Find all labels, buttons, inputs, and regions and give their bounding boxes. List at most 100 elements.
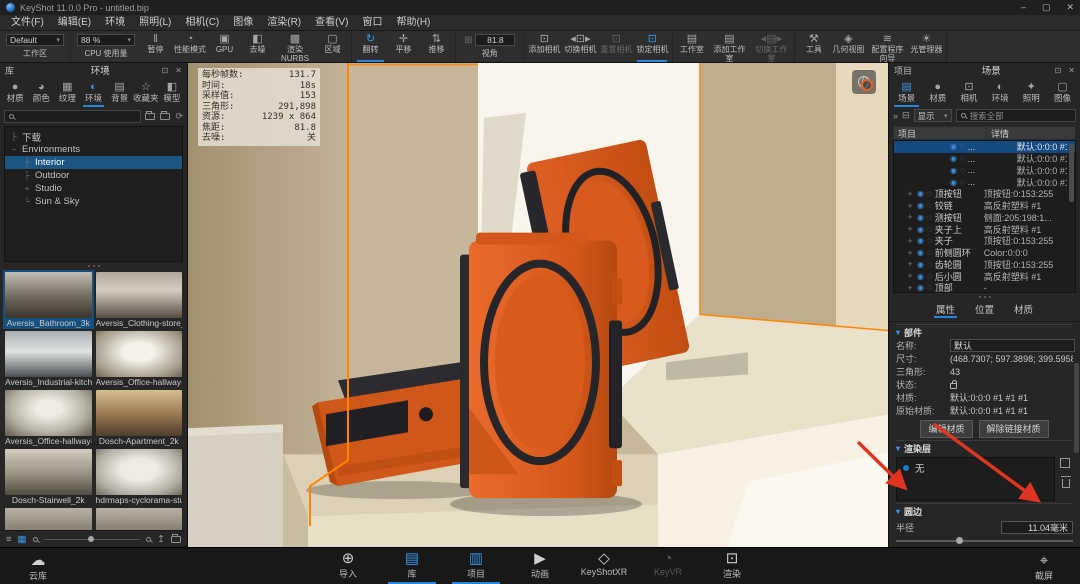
expand-icon[interactable]: +	[906, 189, 914, 199]
scene-tree-row[interactable]: +◉◌前侧圆环Color:0:0:0	[894, 247, 1075, 259]
close-panel-icon[interactable]: ✕	[175, 66, 182, 75]
library-tab-模型[interactable]: ◧模型	[159, 79, 185, 107]
bottom-item-导入[interactable]: ⊕导入	[320, 548, 376, 584]
zoom-out-icon[interactable]	[33, 537, 38, 542]
switch-camera-button[interactable]: ◂⊡▸切换相机	[562, 31, 598, 62]
tree-expander-icon[interactable]: ├	[23, 171, 31, 180]
cpu-usage-value[interactable]: 88 %▾	[77, 34, 135, 46]
workspace-value[interactable]: Default▾	[6, 34, 64, 46]
visibility-eye-icon[interactable]: ◉	[950, 154, 957, 163]
folder-tree-item[interactable]: ├Outdoor	[5, 169, 182, 182]
visibility-eye-icon[interactable]: ◉	[917, 260, 924, 269]
render-layer-item[interactable]: 无	[903, 461, 1048, 475]
library-tab-颜色[interactable]: ◕颜色	[28, 79, 54, 107]
panel-splitter[interactable]	[889, 293, 1080, 301]
grid-view-icon[interactable]: ▦	[18, 534, 27, 545]
scene-tree-row[interactable]: +◉◌测按钮侧面:205:198:1...	[894, 212, 1075, 224]
library-tab-纹理[interactable]: ▦纹理	[54, 79, 80, 107]
project-tab-图像[interactable]: ▢图像	[1047, 79, 1078, 107]
ghost-icon[interactable]: ◌	[960, 166, 965, 175]
round-edges-section-header[interactable]: ▾ 圆边	[896, 503, 1073, 518]
workspace-dropdown[interactable]: Default▾工作区	[2, 31, 68, 62]
ghost-icon[interactable]: ◌	[960, 178, 965, 187]
pan-button[interactable]: ✛平移	[387, 31, 420, 62]
project-tab-照明[interactable]: ✦照明	[1016, 79, 1047, 107]
tree-expander-icon[interactable]: ├	[10, 132, 18, 141]
float-panel-icon[interactable]: ⊡	[162, 66, 169, 75]
tree-expander-icon[interactable]: └	[23, 197, 31, 206]
ghost-icon[interactable]: ◌	[927, 248, 932, 257]
visibility-eye-icon[interactable]: ◉	[950, 142, 957, 151]
minimize-button[interactable]: –	[1021, 3, 1026, 12]
open-folder-icon[interactable]	[160, 113, 170, 120]
scene-tree-row[interactable]: +◉◌铰链高反射塑料 #1	[894, 200, 1075, 212]
project-tab-材质[interactable]: ●材质	[922, 79, 953, 107]
environment-thumbnail[interactable]: hdrmaps-cyclorama-stu...	[94, 447, 185, 506]
add-layer-icon[interactable]	[1062, 460, 1070, 468]
switch-studio-button[interactable]: ◂▤▸切换工作室	[750, 31, 792, 62]
collapse-all-icon[interactable]: »	[893, 111, 898, 121]
detail-tab-属性[interactable]: 属性	[934, 302, 957, 318]
light-manager-button[interactable]: ☀光管理器	[908, 31, 944, 62]
part-name-input[interactable]	[950, 339, 1075, 352]
column-item[interactable]: 项目	[894, 127, 987, 140]
list-view-icon[interactable]: ≡	[6, 534, 12, 545]
menu-item[interactable]: 编辑(E)	[51, 15, 98, 30]
library-tab-环境[interactable]: ◐环境	[80, 79, 106, 107]
add-camera-button[interactable]: ⊡添加相机	[526, 31, 562, 62]
tumble-button[interactable]: ↻翻转	[354, 31, 387, 62]
scene-tree-row[interactable]: +◉◌后小圆高反射塑料 #1	[894, 270, 1075, 282]
scene-tree-scrollbar[interactable]	[1069, 144, 1074, 202]
library-tab-背景[interactable]: ▤背景	[107, 79, 133, 107]
geometry-view-button[interactable]: ◈几何视图	[830, 31, 866, 62]
add-studio-button[interactable]: ▤添加工作室	[708, 31, 750, 62]
visibility-eye-icon[interactable]: ◉	[917, 283, 924, 292]
tools-button[interactable]: ⚒工具	[797, 31, 830, 62]
ghost-icon[interactable]: ◌	[927, 283, 932, 292]
detail-tab-材质[interactable]: 材质	[1012, 302, 1035, 318]
project-tab-环境[interactable]: ◐环境	[985, 79, 1016, 107]
region-button[interactable]: ▢区域	[316, 31, 349, 62]
cloud-library-button[interactable]: ☁ 云库	[10, 550, 66, 584]
bottom-item-渲染[interactable]: ⊡渲染	[704, 548, 760, 584]
scene-tree-row[interactable]: ◉◌...默认:0:0:0 #1 ...	[894, 176, 1075, 188]
environment-thumbnail[interactable]: Dosch-Apartment_2k	[94, 388, 185, 447]
render-layers-section-header[interactable]: ▾ 渲染层	[896, 440, 1073, 455]
visibility-eye-icon[interactable]: ◉	[917, 272, 924, 281]
cpu-usage-dropdown[interactable]: 88 %▾CPU 使用量	[73, 31, 139, 62]
part-section-header[interactable]: ▾ 部件	[896, 324, 1073, 339]
expand-icon[interactable]: +	[906, 271, 914, 281]
ghost-icon[interactable]: ◌	[927, 225, 932, 234]
configurator-wizard-button[interactable]: ≋配置程序向导	[866, 31, 908, 62]
detail-tab-位置[interactable]: 位置	[973, 302, 996, 318]
close-panel-icon[interactable]: ✕	[1068, 66, 1075, 75]
scene-tree-row[interactable]: +◉◌夹子顶按钮:0:153:255	[894, 235, 1075, 247]
library-tab-材质[interactable]: ●材质	[2, 79, 28, 107]
folder-tree-item[interactable]: ├下载	[5, 130, 182, 143]
environment-thumbnail[interactable]: Aversis_Clothing-store_3k	[94, 270, 185, 329]
expand-icon[interactable]: +	[906, 212, 914, 222]
menu-item[interactable]: 图像	[226, 15, 260, 30]
visibility-eye-icon[interactable]: ◉	[917, 201, 924, 210]
scene-tree-row[interactable]: +◉◌顶按钮顶按钮:0:153:255	[894, 188, 1075, 200]
field-of-view-value[interactable]: 81.8	[475, 34, 515, 46]
ghost-icon[interactable]: ◌	[960, 142, 965, 151]
ghost-icon[interactable]: ◌	[927, 201, 932, 210]
performance-mode-button[interactable]: ◔性能模式	[172, 31, 208, 62]
ghost-icon[interactable]: ◌	[927, 272, 932, 281]
scene-tree-row[interactable]: +◉◌齿轮圆顶按钮:0:153:255	[894, 259, 1075, 271]
expand-icon[interactable]: +	[906, 236, 914, 246]
expand-icon[interactable]: +	[906, 283, 914, 293]
dolly-button[interactable]: ⇅推移	[420, 31, 453, 62]
refresh-icon[interactable]: ⟳	[175, 111, 183, 122]
render-nurbs-button[interactable]: ▩渲染NURBS	[274, 31, 316, 62]
expand-icon[interactable]: +	[906, 201, 914, 211]
expand-icon[interactable]: +	[906, 224, 914, 234]
menu-item[interactable]: 照明(L)	[132, 15, 178, 30]
menu-item[interactable]: 文件(F)	[4, 15, 51, 30]
environment-thumbnail[interactable]: Aversis_Office-hallway-w...	[3, 388, 94, 447]
visibility-eye-icon[interactable]: ◉	[950, 166, 957, 175]
project-tab-场景[interactable]: ▤场景	[891, 79, 922, 107]
button-编辑材质[interactable]: 编辑材质	[920, 420, 972, 438]
float-panel-icon[interactable]: ⊡	[1055, 66, 1062, 75]
